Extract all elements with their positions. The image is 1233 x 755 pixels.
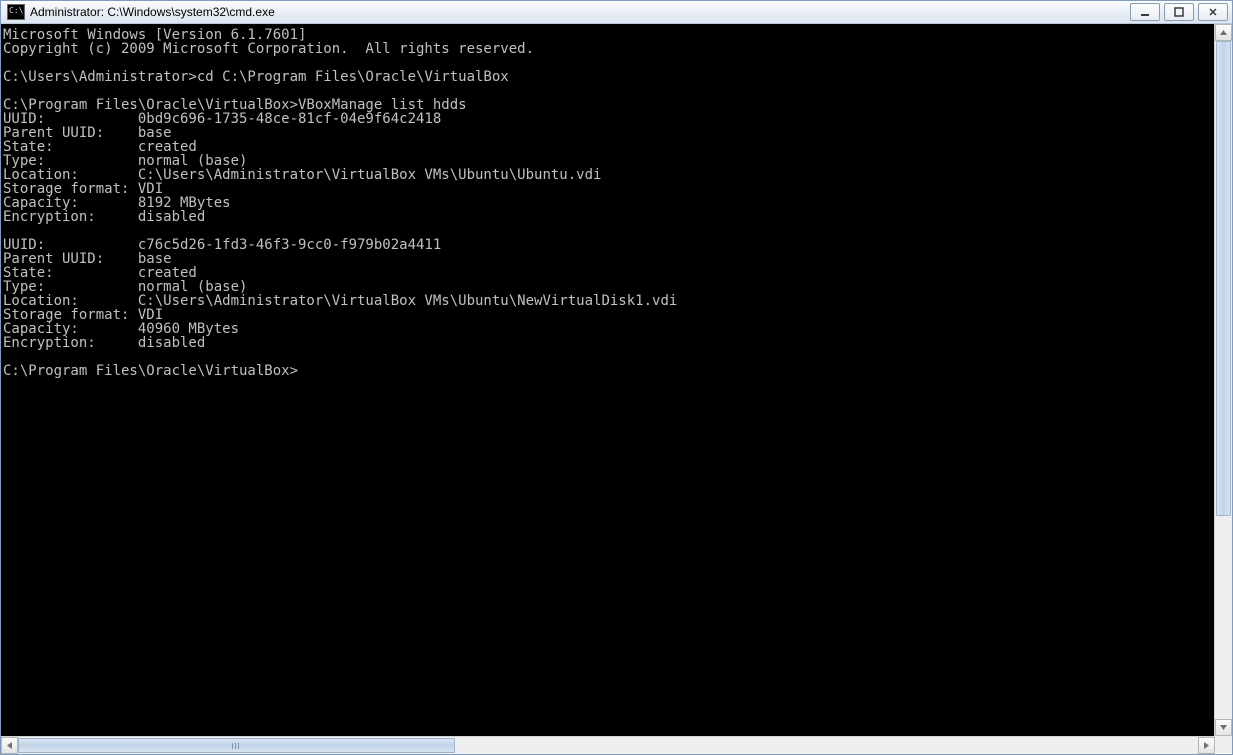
horizontal-scrollbar[interactable] bbox=[1, 736, 1215, 754]
titlebar[interactable]: Administrator: C:\Windows\system32\cmd.e… bbox=[1, 1, 1232, 24]
terminal-line bbox=[3, 350, 1214, 364]
terminal-line: UUID: 0bd9c696-1735-48ce-81cf-04e9f64c24… bbox=[3, 112, 1214, 126]
terminal-line: Type: normal (base) bbox=[3, 154, 1214, 168]
client-area: Microsoft Windows [Version 6.1.7601]Copy… bbox=[1, 24, 1232, 754]
terminal-line: Copyright (c) 2009 Microsoft Corporation… bbox=[3, 42, 1214, 56]
terminal-output[interactable]: Microsoft Windows [Version 6.1.7601]Copy… bbox=[1, 24, 1214, 736]
terminal-line: Parent UUID: base bbox=[3, 126, 1214, 140]
window-controls bbox=[1130, 3, 1228, 21]
vertical-scrollbar[interactable] bbox=[1214, 24, 1232, 736]
terminal-wrap: Microsoft Windows [Version 6.1.7601]Copy… bbox=[1, 24, 1232, 736]
terminal-line: Capacity: 8192 MBytes bbox=[3, 196, 1214, 210]
terminal-line bbox=[3, 56, 1214, 70]
close-icon bbox=[1208, 7, 1218, 17]
terminal-line: State: created bbox=[3, 266, 1214, 280]
cmd-icon bbox=[7, 4, 25, 20]
terminal-line: Location: C:\Users\Administrator\Virtual… bbox=[3, 168, 1214, 182]
maximize-button[interactable] bbox=[1164, 3, 1194, 21]
terminal-line bbox=[3, 84, 1214, 98]
terminal-line: C:\Program Files\Oracle\VirtualBox> bbox=[3, 364, 1214, 378]
scroll-left-button[interactable] bbox=[1, 737, 18, 754]
terminal-line: UUID: c76c5d26-1fd3-46f3-9cc0-f979b02a44… bbox=[3, 238, 1214, 252]
minimize-button[interactable] bbox=[1130, 3, 1160, 21]
terminal-line: Capacity: 40960 MBytes bbox=[3, 322, 1214, 336]
terminal-line bbox=[3, 224, 1214, 238]
window-title: Administrator: C:\Windows\system32\cmd.e… bbox=[30, 5, 1130, 19]
terminal-line: C:\Users\Administrator>cd C:\Program Fil… bbox=[3, 70, 1214, 84]
terminal-line: Storage format: VDI bbox=[3, 182, 1214, 196]
terminal-line: Parent UUID: base bbox=[3, 252, 1214, 266]
close-button[interactable] bbox=[1198, 3, 1228, 21]
terminal-line: C:\Program Files\Oracle\VirtualBox>VBoxM… bbox=[3, 98, 1214, 112]
horizontal-scroll-track[interactable] bbox=[18, 737, 1198, 754]
horizontal-scroll-thumb[interactable] bbox=[18, 738, 455, 753]
terminal-line: Storage format: VDI bbox=[3, 308, 1214, 322]
terminal-line: Encryption: disabled bbox=[3, 210, 1214, 224]
chevron-left-icon bbox=[5, 741, 14, 750]
terminal-line: Microsoft Windows [Version 6.1.7601] bbox=[3, 28, 1214, 42]
minimize-icon bbox=[1140, 7, 1150, 17]
chevron-up-icon bbox=[1219, 28, 1228, 37]
terminal-line: Encryption: disabled bbox=[3, 336, 1214, 350]
chevron-right-icon bbox=[1202, 741, 1211, 750]
terminal-line: Type: normal (base) bbox=[3, 280, 1214, 294]
vertical-scroll-track[interactable] bbox=[1215, 41, 1232, 719]
scroll-up-button[interactable] bbox=[1215, 24, 1232, 41]
cmd-window: Administrator: C:\Windows\system32\cmd.e… bbox=[0, 0, 1233, 755]
scroll-down-button[interactable] bbox=[1215, 719, 1232, 736]
scroll-right-button[interactable] bbox=[1198, 737, 1215, 754]
terminal-line: State: created bbox=[3, 140, 1214, 154]
terminal-line: Location: C:\Users\Administrator\Virtual… bbox=[3, 294, 1214, 308]
maximize-icon bbox=[1174, 7, 1184, 17]
vertical-scroll-thumb[interactable] bbox=[1216, 41, 1231, 516]
scrollbar-corner bbox=[1215, 736, 1232, 753]
chevron-down-icon bbox=[1219, 723, 1228, 732]
